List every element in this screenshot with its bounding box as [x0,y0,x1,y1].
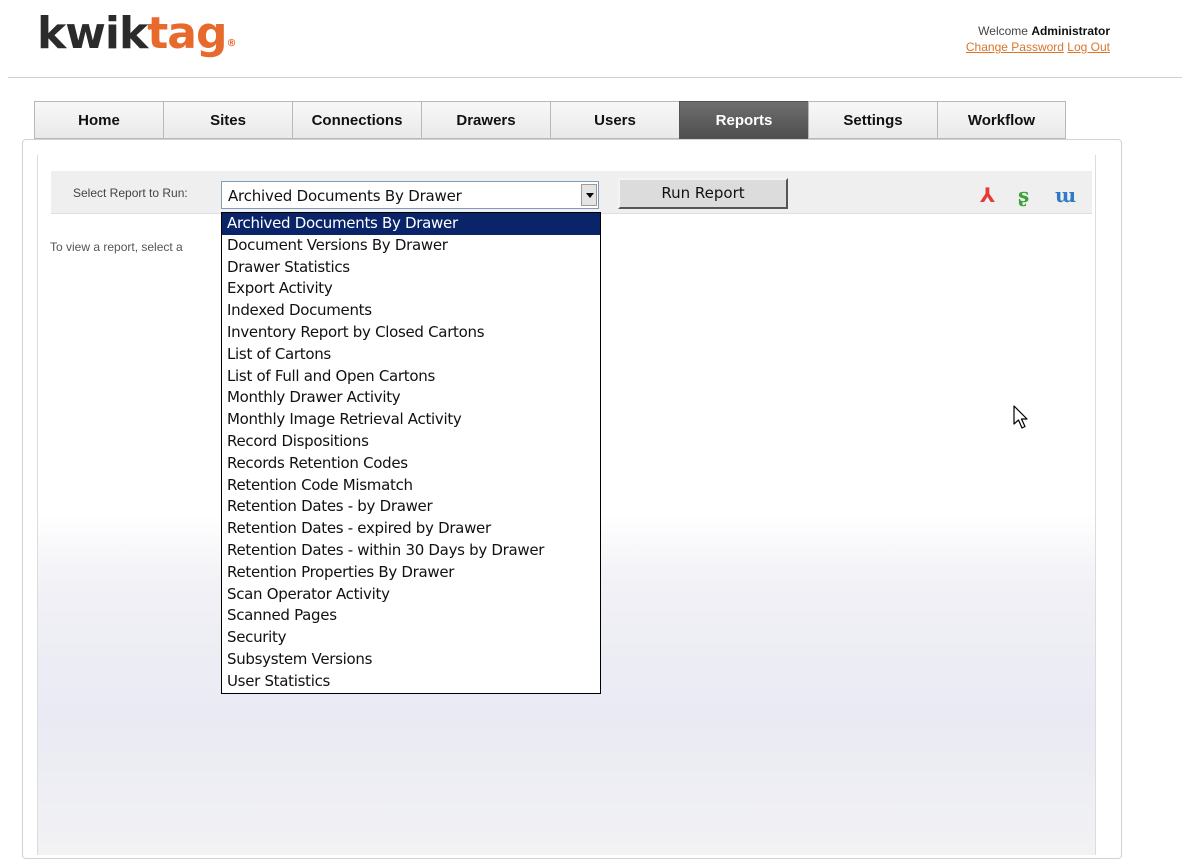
dropdown-option[interactable]: Inventory Report by Closed Cartons [222,322,600,344]
dropdown-option[interactable]: Document Versions By Drawer [222,235,600,257]
tab-settings[interactable]: Settings [808,101,937,139]
tab-drawers[interactable]: Drawers [421,101,550,139]
user-name: Administrator [1031,24,1110,38]
dropdown-option[interactable]: Scan Operator Activity [222,584,600,606]
report-select-value: Archived Documents By Drawer [228,187,462,205]
logout-link[interactable]: Log Out [1067,40,1110,54]
main-nav-tabs: Home Sites Connections Drawers Users Rep… [34,101,1066,139]
dropdown-option[interactable]: List of Cartons [222,344,600,366]
word-icon[interactable]: ɯ [1055,184,1076,206]
tab-sites[interactable]: Sites [163,101,292,139]
dropdown-option[interactable]: Export Activity [222,278,600,300]
dropdown-option[interactable]: Scanned Pages [222,605,600,627]
logo-suffix: tag [147,8,227,59]
dropdown-option[interactable]: Security [222,627,600,649]
welcome-text: Welcome [978,24,1028,38]
run-report-button[interactable]: Run Report [618,178,788,209]
dropdown-option[interactable]: Monthly Image Retrieval Activity [222,409,600,431]
report-dropdown-list: Archived Documents By Drawer Document Ve… [221,212,601,694]
dropdown-option[interactable]: Indexed Documents [222,300,600,322]
dropdown-option[interactable]: Retention Code Mismatch [222,475,600,497]
dropdown-option[interactable]: Retention Properties By Drawer [222,562,600,584]
dropdown-option[interactable]: Subsystem Versions [222,649,600,671]
chevron-down-icon[interactable] [581,184,597,206]
logo-prefix: kwik [37,8,148,59]
dropdown-option[interactable]: Archived Documents By Drawer [222,213,600,235]
dropdown-option[interactable]: Retention Dates - within 30 Days by Draw… [222,540,600,562]
report-hint-text: To view a report, select a [50,240,183,254]
kwiktag-logo: kwiktag® [37,6,237,62]
report-select[interactable]: Archived Documents By Drawer [221,181,599,209]
dropdown-option[interactable]: Retention Dates - by Drawer [222,496,600,518]
pdf-icon[interactable]: ⅄ [980,184,995,206]
change-password-link[interactable]: Change Password [966,40,1064,54]
dropdown-option[interactable]: Monthly Drawer Activity [222,387,600,409]
mouse-cursor-icon [1013,405,1028,429]
logo-registered-mark: ® [226,38,237,49]
select-report-label: Select Report to Run: [73,186,188,200]
excel-icon[interactable]: ʂ [1018,184,1029,206]
tab-connections[interactable]: Connections [292,101,421,139]
user-panel: Welcome Administrator Change Password Lo… [966,23,1110,55]
dropdown-option[interactable]: Drawer Statistics [222,257,600,279]
dropdown-option[interactable]: List of Full and Open Cartons [222,366,600,388]
tab-workflow[interactable]: Workflow [937,101,1066,139]
tab-home[interactable]: Home [34,101,163,139]
dropdown-option[interactable]: Records Retention Codes [222,453,600,475]
dropdown-option[interactable]: Record Dispositions [222,431,600,453]
tab-reports[interactable]: Reports [679,101,808,139]
dropdown-option[interactable]: User Statistics [222,671,600,693]
tab-users[interactable]: Users [550,101,679,139]
header-divider [8,77,1182,78]
dropdown-option[interactable]: Retention Dates - expired by Drawer [222,518,600,540]
